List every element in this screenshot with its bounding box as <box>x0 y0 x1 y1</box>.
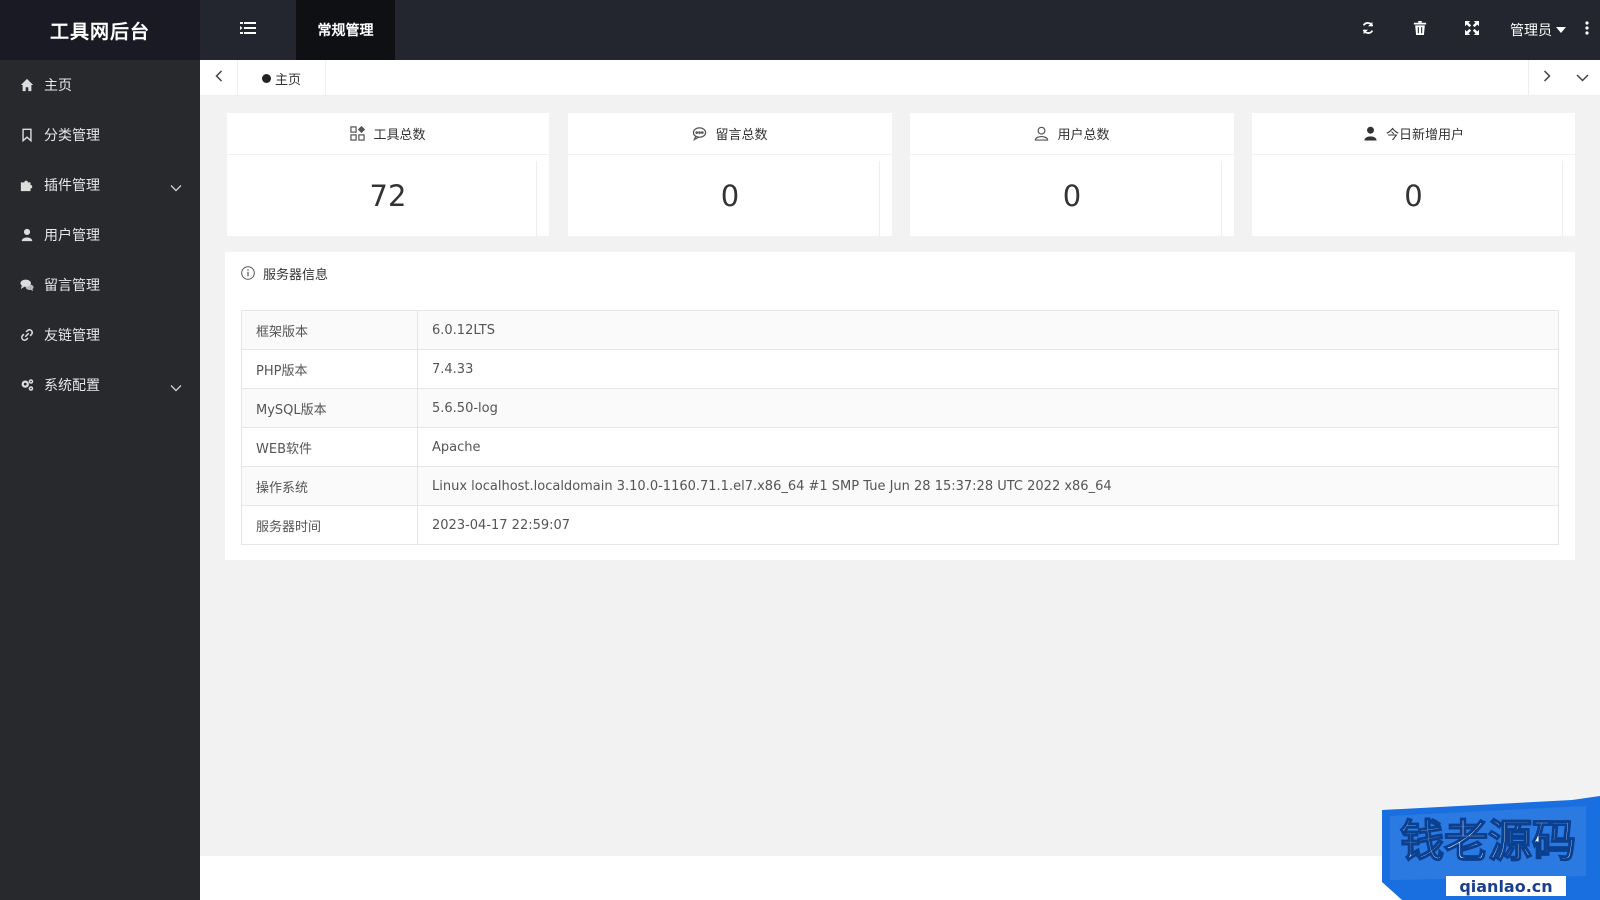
chevron-right-icon <box>1543 70 1551 86</box>
info-icon <box>241 266 255 280</box>
top-header: 工具网后台 常规管理 管理员 <box>0 0 1600 60</box>
watermark-brand: 钱老源码 <box>1400 816 1576 867</box>
menu-icon <box>240 21 256 39</box>
page-tabs-bar: 主页 <box>200 60 1600 96</box>
info-value: 6.0.12LTS <box>417 310 1559 350</box>
server-info-table: 框架版本 6.0.12LTS PHP版本 7.4.33 MySQL版本 5.6.… <box>241 310 1559 545</box>
admin-label: 管理员 <box>1510 23 1552 39</box>
refresh-button[interactable] <box>1342 0 1394 60</box>
stat-label: 留言总数 <box>715 128 768 143</box>
tab-home-label: 主页 <box>275 72 302 88</box>
sidebar-item-plugins[interactable]: 插件管理 <box>0 160 200 210</box>
info-key: 操作系统 <box>241 466 418 506</box>
stat-card-tools: 工具总数 72 <box>227 113 549 236</box>
chevron-left-icon <box>214 70 223 86</box>
fullscreen-icon <box>1465 21 1479 39</box>
menu-toggle-button[interactable] <box>200 0 296 60</box>
puzzle-icon <box>20 178 34 192</box>
info-value: Linux localhost.localdomain 3.10.0-1160.… <box>417 466 1559 506</box>
table-row: MySQL版本 5.6.50-log <box>241 388 1559 428</box>
info-key: 框架版本 <box>241 310 418 350</box>
info-key: 服务器时间 <box>241 505 418 545</box>
info-value: 2023-04-17 22:59:07 <box>417 505 1559 545</box>
fullscreen-button[interactable] <box>1446 0 1498 60</box>
link-icon <box>20 328 34 342</box>
sidebar-item-label: 留言管理 <box>44 278 100 294</box>
app-logo: 工具网后台 <box>0 0 200 60</box>
sidebar-item-label: 主页 <box>44 78 72 94</box>
watermark-domain: qianlao.cn <box>1459 877 1552 896</box>
stat-value: 0 <box>1252 155 1575 236</box>
comments-icon <box>20 278 34 292</box>
chevron-down-icon <box>170 180 182 196</box>
stat-label: 工具总数 <box>373 128 426 143</box>
sidebar-item-label: 系统配置 <box>44 378 100 394</box>
stat-value: 0 <box>910 155 1234 236</box>
table-row: 操作系统 Linux localhost.localdomain 3.10.0-… <box>241 466 1559 506</box>
stat-card-new-users: 今日新增用户 0 <box>1252 113 1575 236</box>
table-row: 服务器时间 2023-04-17 22:59:07 <box>241 505 1559 545</box>
clear-cache-button[interactable] <box>1394 0 1446 60</box>
apps-icon <box>350 126 366 141</box>
top-tab-general[interactable]: 常规管理 <box>296 0 395 60</box>
sidebar-item-label: 分类管理 <box>44 128 100 144</box>
chevron-down-icon <box>1575 70 1589 86</box>
table-row: PHP版本 7.4.33 <box>241 349 1559 389</box>
gears-icon <box>20 378 34 392</box>
stat-label: 今日新增用户 <box>1385 128 1464 143</box>
user-solid-icon <box>1363 126 1378 141</box>
trash-icon <box>1413 21 1427 39</box>
tabs-menu-button[interactable] <box>1564 60 1600 96</box>
info-key: MySQL版本 <box>241 388 418 428</box>
sidebar-item-category[interactable]: 分类管理 <box>0 110 200 160</box>
user-icon <box>20 228 34 242</box>
sidebar-item-label: 友链管理 <box>44 328 100 344</box>
tabs-scroll-left-button[interactable] <box>200 60 238 96</box>
tabs-scroll-right-button[interactable] <box>1528 60 1564 96</box>
admin-user-menu[interactable]: 管理员 <box>1498 0 1574 60</box>
refresh-icon <box>1361 21 1375 39</box>
table-row: 框架版本 6.0.12LTS <box>241 310 1559 350</box>
stat-label: 用户总数 <box>1057 128 1110 143</box>
chevron-down-icon <box>170 380 182 396</box>
user-outline-icon <box>1034 126 1049 141</box>
stat-card-messages: 留言总数 0 <box>568 113 892 236</box>
server-info-panel: 服务器信息 框架版本 6.0.12LTS PHP版本 7.4.33 MySQL版… <box>225 252 1575 560</box>
sidebar-item-users[interactable]: 用户管理 <box>0 210 200 260</box>
info-value: 5.6.50-log <box>417 388 1559 428</box>
more-button[interactable] <box>1574 0 1600 60</box>
stat-card-users: 用户总数 0 <box>910 113 1234 236</box>
caret-down-icon <box>1556 27 1566 33</box>
sidebar-item-links[interactable]: 友链管理 <box>0 310 200 360</box>
sidebar-item-label: 用户管理 <box>44 228 100 244</box>
info-value: 7.4.33 <box>417 349 1559 389</box>
panel-title: 服务器信息 <box>263 267 329 283</box>
table-row: WEB软件 Apache <box>241 427 1559 467</box>
stat-value: 72 <box>227 155 549 236</box>
info-value: Apache <box>417 427 1559 467</box>
active-dot-icon <box>262 73 271 83</box>
sidebar-item-messages[interactable]: 留言管理 <box>0 260 200 310</box>
chat-icon <box>692 126 707 141</box>
stat-value: 0 <box>568 155 892 236</box>
sidebar-item-system[interactable]: 系统配置 <box>0 360 200 410</box>
home-icon <box>20 78 34 92</box>
info-key: WEB软件 <box>241 427 418 467</box>
info-key: PHP版本 <box>241 349 418 389</box>
more-vertical-icon <box>1585 21 1589 39</box>
bookmark-icon <box>20 128 34 142</box>
sidebar-item-label: 插件管理 <box>44 178 100 194</box>
sidebar: 主页 分类管理 插件管理 用户管理 留言管理 友链管理 系统配置 <box>0 60 200 900</box>
tab-home[interactable]: 主页 <box>240 60 327 96</box>
sidebar-item-home[interactable]: 主页 <box>0 60 200 110</box>
watermark-logo: 钱老源码 qianlao.cn <box>1376 796 1600 900</box>
